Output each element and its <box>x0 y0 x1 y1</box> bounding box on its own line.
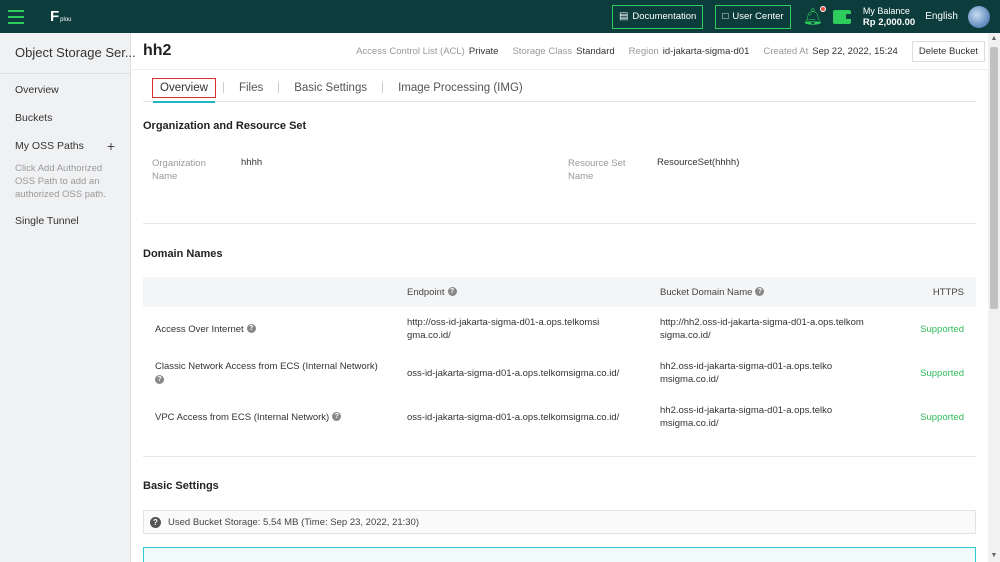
page-scrollbar[interactable]: ▲ ▼ <box>988 33 1000 562</box>
tab-divider <box>278 82 280 93</box>
row-endpoint: oss-id-jakarta-sigma-d01-a.ops.telkomsig… <box>407 411 620 423</box>
table-row: Access Over Internet? http://oss-id-jaka… <box>143 307 976 351</box>
notice-banner <box>143 547 976 562</box>
menu-icon[interactable] <box>8 0 30 33</box>
row-name: VPC Access from ECS (Internal Network)? <box>143 411 407 424</box>
oss-path-hint: Click Add Authorized OSS Path to add an … <box>15 163 106 200</box>
basic-settings-title: Basic Settings <box>143 480 219 492</box>
help-icon[interactable]: ? <box>755 287 765 297</box>
row-bucket-domain: hh2.oss-id-jakarta-sigma-d01-a.ops.telko… <box>660 361 833 385</box>
user-center-label: User Center <box>732 11 784 22</box>
resource-set-value: ResourceSet(hhhh) <box>657 157 740 168</box>
storage-class-label: Storage Class <box>512 45 573 57</box>
balance-display[interactable]: My Balance Rp 2,000.00 <box>863 6 915 28</box>
scroll-up-icon[interactable]: ▲ <box>988 33 1000 45</box>
delete-bucket-button[interactable]: Delete Bucket <box>911 40 985 62</box>
balance-label: My Balance <box>862 5 910 16</box>
chat-icon: □ <box>722 11 729 22</box>
header-endpoint-label: Endpoint <box>407 286 445 298</box>
balance-amount: Rp 2,000.00 <box>862 16 916 28</box>
table-row: VPC Access from ECS (Internal Network)? … <box>143 395 976 439</box>
user-avatar[interactable] <box>968 5 990 28</box>
bucket-meta: Access Control List (ACL) Private Storag… <box>356 40 985 62</box>
sidebar-item-buckets[interactable]: Buckets <box>0 112 130 124</box>
domain-section-title: Domain Names <box>143 248 223 260</box>
sidebar-title: Object Storage Ser... <box>15 45 136 60</box>
header-bucket-domain: Bucket Domain Name? <box>660 287 876 298</box>
help-icon[interactable]: ? <box>155 374 164 384</box>
tab-divider <box>382 82 384 93</box>
add-oss-path-icon[interactable]: + <box>107 138 115 154</box>
logo-mark: F <box>50 8 60 25</box>
language-selector[interactable]: English <box>925 11 958 22</box>
domain-names-table: Endpoint? Bucket Domain Name? HTTPS Acce… <box>143 277 976 439</box>
top-navigation-bar: F plou ▤ Documentation □ User Center 🔔︎ … <box>0 0 1000 33</box>
user-center-button[interactable]: □ User Center <box>715 4 791 29</box>
sidebar-divider <box>0 73 130 74</box>
row-https-status: Supported <box>920 323 964 335</box>
header-bucket-domain-label: Bucket Domain Name <box>660 286 753 298</box>
region-value: id-jakarta-sigma-d01 <box>662 45 750 57</box>
row-endpoint: oss-id-jakarta-sigma-d01-a.ops.telkomsig… <box>407 367 620 379</box>
wallet-icon[interactable] <box>832 9 852 24</box>
used-storage-text: Used Bucket Storage: 5.54 MB (Time: Sep … <box>168 516 420 528</box>
row-name-label: VPC Access from ECS (Internal Network) <box>155 411 330 423</box>
acl-value: Private <box>468 45 499 57</box>
row-name-label: Classic Network Access from ECS (Interna… <box>155 361 378 372</box>
document-icon: ▤ <box>618 11 629 22</box>
scrollbar-thumb[interactable] <box>990 47 998 309</box>
org-value: hhhh <box>241 157 263 168</box>
main-content: hh2 Access Control List (ACL) Private St… <box>131 33 988 562</box>
brand-logo[interactable]: F plou <box>50 8 72 25</box>
sidebar: Object Storage Ser... Overview Buckets M… <box>0 33 136 562</box>
storage-class-value: Standard <box>576 45 615 57</box>
scroll-down-icon[interactable]: ▼ <box>988 550 1000 562</box>
tab-bar: Overview Files Basic Settings Image Proc… <box>143 74 976 103</box>
help-icon[interactable]: ? <box>150 516 161 528</box>
row-name-label: Access Over Internet <box>155 323 244 335</box>
row-bucket-domain: hh2.oss-id-jakarta-sigma-d01-a.ops.telko… <box>660 405 833 429</box>
documentation-label: Documentation <box>632 11 697 22</box>
notification-dot <box>819 5 826 12</box>
row-name: Access Over Internet? <box>143 323 407 336</box>
row-https-status: Supported <box>920 367 964 379</box>
help-icon[interactable]: ? <box>246 324 256 334</box>
row-bucket-domain: http://hh2.oss-id-jakarta-sigma-d01-a.op… <box>660 317 864 341</box>
notification-bell-icon[interactable]: 🔔︎ <box>803 5 826 27</box>
resource-set-label: Resource Set Name <box>568 158 626 182</box>
created-label: Created At <box>763 45 809 57</box>
tab-basic-settings[interactable]: Basic Settings <box>286 82 375 94</box>
row-endpoint: http://oss-id-jakarta-sigma-d01-a.ops.te… <box>407 317 600 341</box>
section-divider <box>143 456 976 457</box>
sidebar-item-single-tunnel[interactable]: Single Tunnel <box>0 215 130 227</box>
tab-divider <box>222 82 224 93</box>
help-icon[interactable]: ? <box>332 412 342 422</box>
header-https: HTTPS <box>932 286 964 298</box>
tab-files[interactable]: Files <box>231 82 271 94</box>
org-label: Organization Name <box>152 158 206 182</box>
created-value: Sep 22, 2022, 15:24 <box>812 45 898 57</box>
page-title: hh2 <box>143 42 172 59</box>
row-https-status: Supported <box>920 411 964 423</box>
sidebar-item-overview[interactable]: Overview <box>0 84 130 96</box>
row-name: Classic Network Access from ECS (Interna… <box>143 360 407 386</box>
table-header: Endpoint? Bucket Domain Name? HTTPS <box>143 277 976 307</box>
used-storage-box: ? Used Bucket Storage: 5.54 MB (Time: Se… <box>143 510 976 534</box>
header-endpoint: Endpoint? <box>407 287 660 298</box>
sidebar-item-my-oss-paths[interactable]: My OSS Paths + <box>0 138 130 154</box>
org-section-title: Organization and Resource Set <box>143 120 307 132</box>
top-actions: ▤ Documentation □ User Center 🔔︎ My Bala… <box>611 0 990 33</box>
logo-sub: plou <box>60 17 72 23</box>
bucket-header: hh2 Access Control List (ACL) Private St… <box>131 33 988 70</box>
acl-label: Access Control List (ACL) <box>356 45 465 57</box>
help-icon[interactable]: ? <box>447 287 457 297</box>
sidebar-item-label: My OSS Paths <box>15 140 84 152</box>
tab-overview[interactable]: Overview <box>152 77 216 103</box>
documentation-button[interactable]: ▤ Documentation <box>611 4 704 29</box>
table-row: Classic Network Access from ECS (Interna… <box>143 351 976 395</box>
tab-image-processing[interactable]: Image Processing (IMG) <box>390 82 531 94</box>
section-divider <box>143 223 976 224</box>
region-label: Region <box>628 45 659 57</box>
